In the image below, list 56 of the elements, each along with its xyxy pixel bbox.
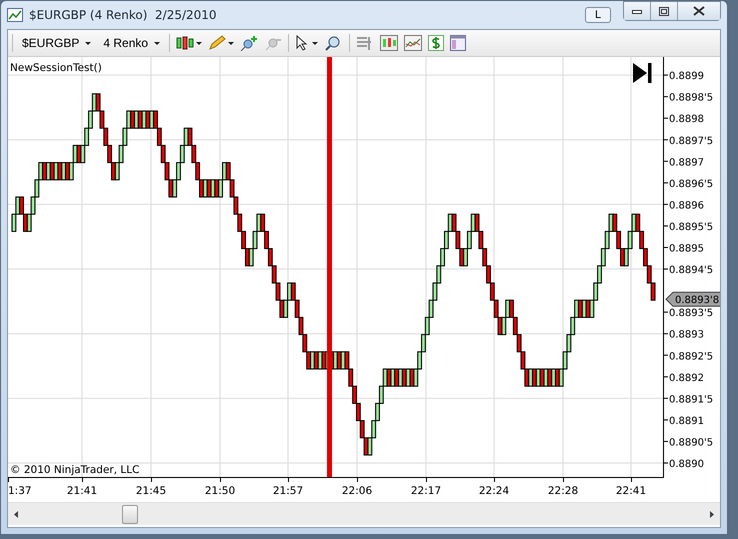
- chart-window-icon: [7, 8, 23, 22]
- time-label: 21:41: [66, 485, 98, 497]
- scroll-left-icon[interactable]: [14, 510, 18, 518]
- price-label: 0.8893: [669, 330, 704, 341]
- layout-button[interactable]: L: [585, 7, 611, 23]
- price-label: 0.8893'5: [669, 308, 714, 320]
- scrollbar-thumb[interactable]: [122, 505, 138, 524]
- price-label: 0.8896: [669, 200, 704, 212]
- price-label: 0.8898'5: [669, 92, 714, 104]
- maximize-button[interactable]: [651, 2, 678, 20]
- line-chart-icon[interactable]: [404, 35, 422, 51]
- price-label: 0.8897: [669, 157, 704, 168]
- caret-icon: [154, 42, 160, 44]
- window-title: $EURGBP (4 Renko) 2/25/2010: [29, 8, 218, 22]
- pin-add-icon[interactable]: [240, 35, 258, 51]
- price-label: 0.8891: [669, 416, 704, 427]
- price-label: 0.8898: [669, 114, 704, 126]
- time-label: 22:28: [548, 485, 578, 497]
- time-label: 22:24: [478, 485, 510, 497]
- caret-icon: [85, 42, 92, 44]
- price-label: 0.8891'5: [669, 394, 714, 406]
- time-label: 1:37: [8, 485, 32, 497]
- time-label: 22:06: [342, 485, 372, 497]
- price-label: 0.8899: [669, 71, 704, 82]
- copyright-text: © 2010 NinjaTrader, LLC: [10, 464, 140, 476]
- panel-icon[interactable]: [450, 35, 466, 51]
- close-button[interactable]: [678, 2, 720, 20]
- candlestick-icon[interactable]: [176, 35, 202, 51]
- time-label: 21:45: [136, 485, 166, 497]
- pencil-icon[interactable]: [208, 35, 234, 51]
- scroll-right-icon[interactable]: [710, 510, 714, 518]
- play-to-end-icon[interactable]: [633, 63, 652, 83]
- price-label: 0.8892'5: [669, 351, 714, 362]
- time-label: 21:50: [204, 485, 236, 497]
- price-label: 0.8890: [669, 459, 704, 470]
- instrument-dropdown[interactable]: $EURGBP: [19, 36, 94, 50]
- price-label: 0.8895: [669, 244, 704, 254]
- minimize-button[interactable]: [624, 2, 651, 20]
- maximize-icon: [659, 6, 669, 16]
- price-label: 0.8896'5: [669, 178, 714, 190]
- price-label: 0.8894'5: [669, 265, 714, 276]
- cursor-icon[interactable]: [295, 35, 320, 51]
- price-label: 0.8895'5: [669, 222, 714, 233]
- price-label: 0.8897'5: [669, 136, 714, 147]
- current-price-tag: 0.8893'8: [665, 292, 720, 307]
- dollar-icon[interactable]: [428, 35, 444, 51]
- candles-icon[interactable]: [380, 35, 398, 51]
- close-icon: [693, 6, 705, 16]
- indicator-label: NewSessionTest(): [10, 62, 102, 74]
- price-label: 0.8890'5: [669, 437, 714, 448]
- time-label: 22:41: [616, 485, 646, 497]
- minimize-icon: [632, 8, 642, 14]
- time-label: 22:17: [410, 485, 442, 497]
- time-label: 21:57: [272, 485, 304, 497]
- period-dropdown[interactable]: 4 Renko: [100, 36, 164, 50]
- price-label: 0.8892: [669, 372, 704, 384]
